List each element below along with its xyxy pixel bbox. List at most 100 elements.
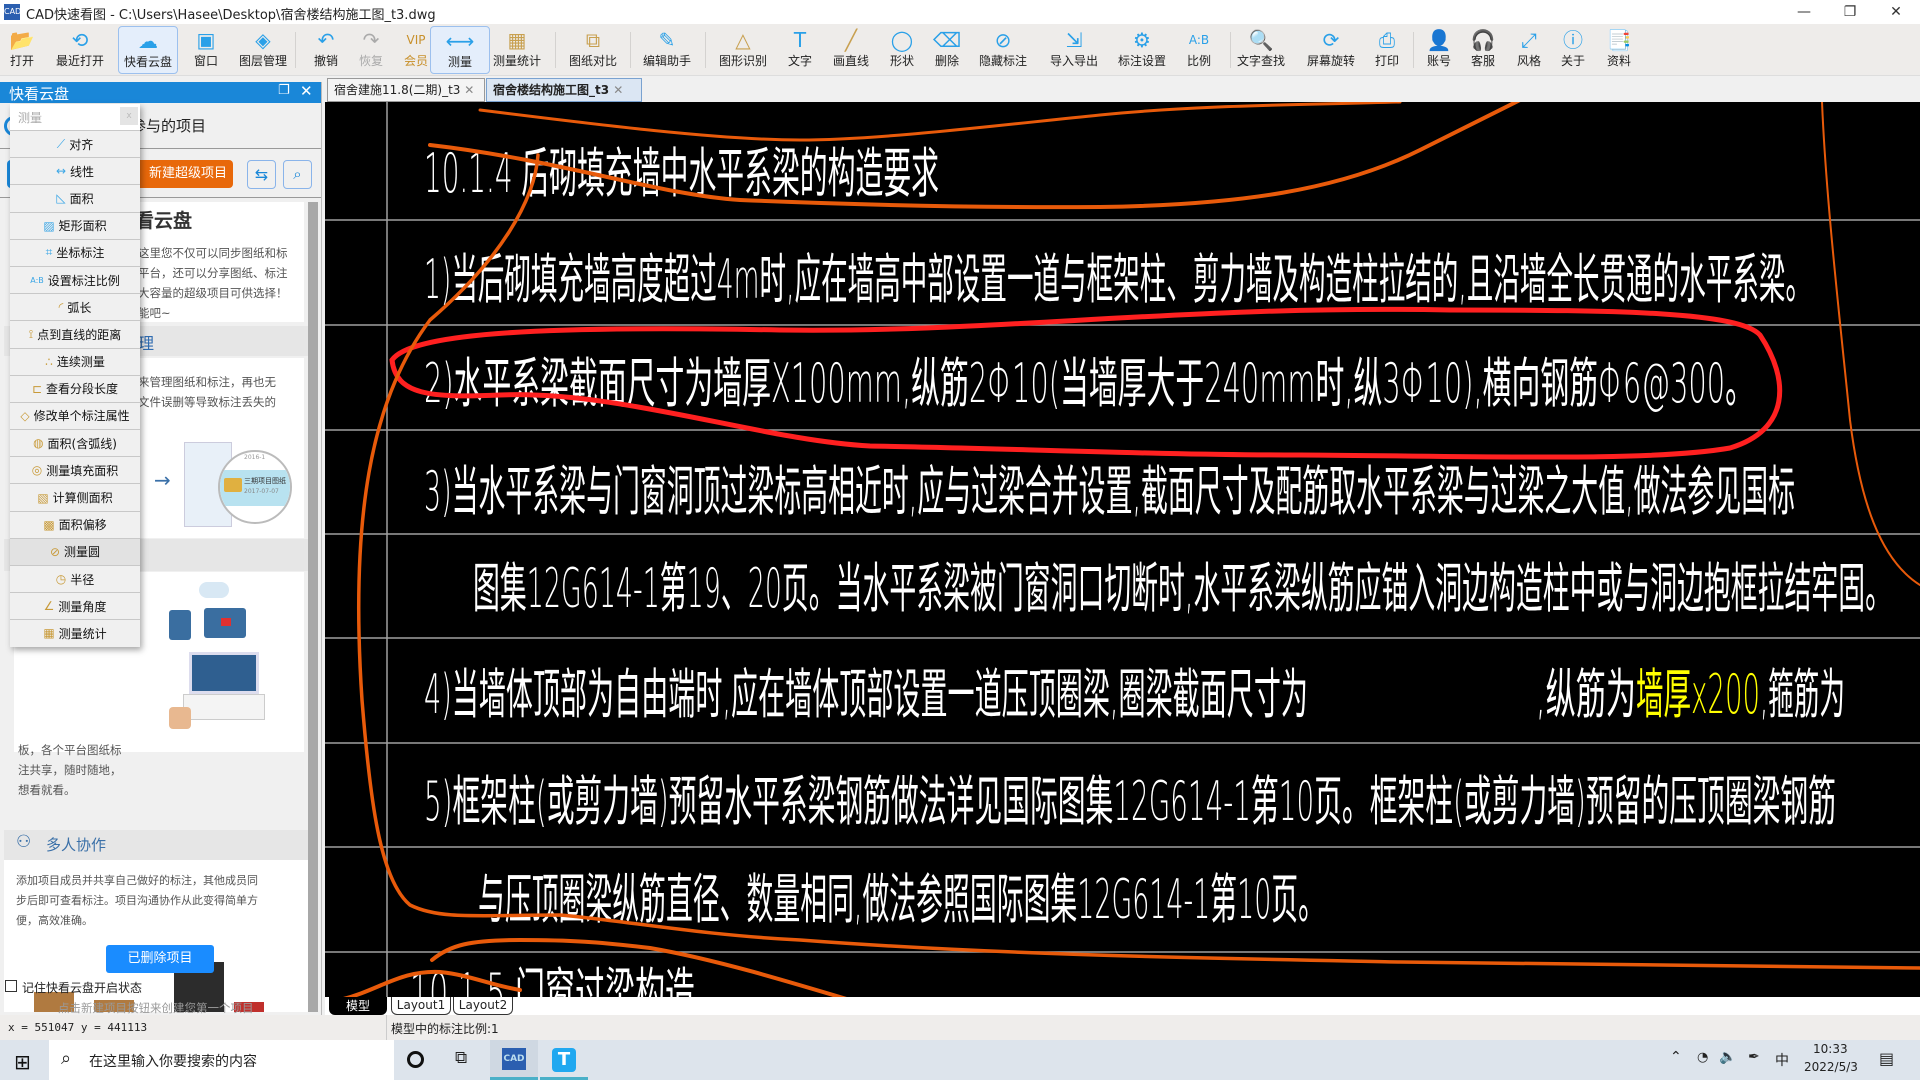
drawing-text-line: 1)当后砌填充墙高度超过4m时,应在墙高中部设置一道与框架柱、剪力墙及构造柱拉结… xyxy=(424,248,1812,311)
measure-menu-item[interactable]: ◜ 弧长 xyxy=(10,293,140,320)
measure-menu-item[interactable]: ◺ 面积 xyxy=(10,184,140,211)
doc-tab-1[interactable]: 宿舍建施11.8(二期)_t3 ✕ xyxy=(327,78,485,102)
sync-button[interactable]: ⇆ xyxy=(247,160,276,189)
show-hidden-icons[interactable]: ⌃ xyxy=(1670,1049,1682,1065)
collab-text-line: 添加项目成员并共享自己做好的标注，其他成员同 xyxy=(16,874,258,887)
measure-menu-item-label: 坐标标注 xyxy=(56,246,105,261)
taskbar-app-t[interactable]: T xyxy=(540,1040,588,1080)
measure-menu-item-label: 半径 xyxy=(70,572,95,587)
drawing-svg[interactable]: 10.1.4 后砌填充墙中水平系梁的构造要求 1)当后砌填充墙高度超过4m时,应… xyxy=(325,102,1920,1015)
panel-scrollbar[interactable] xyxy=(308,202,318,1012)
doc-tab-label: 宿舍楼结构施工图_t3 xyxy=(493,83,610,97)
measure-menu-item[interactable]: ⊘ 测量圆 xyxy=(10,537,140,565)
toolbar-button-cloud[interactable]: ☁ 快看云盘 xyxy=(118,26,178,74)
layout-tab-layout2[interactable]: Layout2 xyxy=(453,997,513,1015)
side-area-icon: ▧ xyxy=(37,490,49,505)
close-tab-icon[interactable]: ✕ xyxy=(464,83,474,97)
empty-hint: 点击新建项目按钮来创建您第一个项目 xyxy=(58,1001,254,1015)
pen-icon[interactable]: ✒ xyxy=(1748,1049,1760,1065)
toolbar-separator xyxy=(630,32,631,68)
measure-menu-item[interactable]: ▦ 测量统计 xyxy=(10,619,140,646)
measure-menu-item[interactable]: ◎ 测量填充面积 xyxy=(10,456,140,483)
toolbar-button-measure-stats[interactable]: ▦ 测量统计 xyxy=(487,26,547,74)
close-tab-icon[interactable]: ✕ xyxy=(613,83,623,97)
measure-menu-item[interactable]: ▨ 矩形面积 xyxy=(10,211,140,239)
measure-menu-item[interactable]: ⟟ 点到直线的距离 xyxy=(10,320,140,347)
intro-text-line: 平台，还可以分享图纸、标注 xyxy=(138,266,288,280)
taskbar-search-box[interactable]: ⌕ 在这里输入你要搜索的内容 xyxy=(49,1040,394,1080)
measure-menu-item[interactable]: ▧ 计算侧面积 xyxy=(10,483,140,510)
close-button[interactable]: ✕ xyxy=(1873,0,1919,24)
drawing-canvas[interactable]: 10.1.4 后砌填充墙中水平系梁的构造要求 1)当后砌填充墙高度超过4m时,应… xyxy=(325,102,1920,1015)
toolbar-button-label: 测量统计 xyxy=(492,54,541,68)
layout-tab-label: 模型 xyxy=(345,999,370,1013)
measure-menu-item[interactable]: ⊏ 查看分段长度 xyxy=(10,374,140,402)
remember-state-checkbox[interactable] xyxy=(5,980,17,992)
measure-menu-item[interactable]: ↔ 线性 xyxy=(10,157,140,184)
toolbar-button-layers[interactable]: ◈ 图层管理 xyxy=(233,26,293,74)
toolbar-button-documents[interactable]: 📑 资料 xyxy=(1589,26,1649,74)
wifi-icon[interactable]: ◔ xyxy=(1697,1050,1708,1065)
toolbar-button-ruler[interactable]: ⟷ 测量 xyxy=(430,26,490,74)
drawing-text-line: 5)框架柱(或剪力墙)预留水平系梁钢筋做法详见国际图集12G614-1第10页。… xyxy=(424,770,1836,833)
intro-text-line: 能吧~ xyxy=(138,306,171,320)
area-icon: ◺ xyxy=(56,191,66,206)
section-text-line: 文件误删等导致标注丢失的 xyxy=(138,395,276,409)
measure-menu-item[interactable]: ◍ 面积(含弧线) xyxy=(10,429,140,456)
toolbar-button-import-export[interactable]: ⇲ 导入导出 xyxy=(1044,26,1104,74)
measure-menu-item[interactable]: A:B 设置标注比例 xyxy=(10,265,140,293)
toolbar-button-annotation-settings[interactable]: ⚙ 标注设置 xyxy=(1112,26,1172,74)
toolbar-button-hide-eye[interactable]: ⊘ 隐藏标注 xyxy=(973,26,1033,74)
toolbar-button-rotate-screen[interactable]: ⟳ 屏幕旋转 xyxy=(1301,26,1361,74)
new-super-project-button[interactable]: 新建超级项目 xyxy=(133,160,233,188)
float-panel-icon[interactable]: ❐ xyxy=(278,83,290,98)
toolbar-button-recent-clock[interactable]: ⟲ 最近打开 xyxy=(50,26,110,74)
task-view-icon[interactable]: ⧉ xyxy=(455,1048,467,1068)
section-text-line: 板，各个平台图纸标 xyxy=(18,743,122,757)
devices-illustration xyxy=(159,582,299,732)
toolbar-button-window[interactable]: ▣ 窗口 xyxy=(176,26,236,74)
close-panel-icon[interactable]: ✕ xyxy=(300,82,313,100)
windows-start-icon[interactable]: ⊞ xyxy=(14,1050,31,1074)
cortana-icon[interactable] xyxy=(407,1051,424,1068)
toolbar-button-compare[interactable]: ⧉ 图纸对比 xyxy=(563,26,623,74)
volume-icon[interactable]: 🔈 xyxy=(1719,1049,1736,1065)
measure-menu-close-button[interactable]: x xyxy=(120,107,138,125)
measure-menu-item[interactable]: ∴ 连续测量 xyxy=(10,347,140,375)
measure-menu-item[interactable]: ∠ 测量角度 xyxy=(10,592,140,619)
measure-menu-item[interactable]: ◷ 半径 xyxy=(10,565,140,592)
measure-menu-item[interactable]: ⌗ 坐标标注 xyxy=(10,238,140,266)
toolbar-button-label: 比例 xyxy=(1186,54,1211,68)
restore-button[interactable]: ❐ xyxy=(1827,0,1873,24)
measure-menu: 测量 x ⟋ 对齐 ↔ 线性 ◺ 面积 ▨ 矩形面积 ⌗ 坐标标注 A:B 设置标注比例 ◜ 弧长 ⟟ 点到直… xyxy=(10,104,140,647)
taskbar-app-cad[interactable]: CAD xyxy=(490,1040,538,1080)
toolbar-button-shape-recognition[interactable]: △ 图形识别 xyxy=(713,26,773,74)
toolbar-button-scale[interactable]: A:B 比例 xyxy=(1169,26,1229,74)
measure-menu-item-label: 线性 xyxy=(70,164,95,179)
toolbar-button-edit-assistant[interactable]: ✎ 编辑助手 xyxy=(637,26,697,74)
measure-menu-item[interactable]: ⟋ 对齐 xyxy=(10,130,140,157)
search-projects-button[interactable]: ⌕ xyxy=(283,160,312,189)
toolbar-button-text-search[interactable]: 🔍 文字查找 xyxy=(1231,26,1291,74)
measure-menu-item[interactable]: ▩ 面积偏移 xyxy=(10,510,140,538)
deleted-projects-button[interactable]: 已删除项目 xyxy=(106,945,214,973)
layout-tab-model[interactable]: 模型 xyxy=(329,997,387,1015)
clock-date[interactable]: 2022/5/3 xyxy=(1804,1060,1858,1074)
layout-tab-layout1[interactable]: Layout1 xyxy=(391,997,451,1015)
title-bar: CAD CAD快速看图 - C:\Users\Hasee\Desktop\宿舍楼… xyxy=(0,0,1920,24)
fill-area-icon: ◎ xyxy=(31,463,43,478)
intro-text-line: 大容量的超级项目可供选择！ xyxy=(138,286,288,300)
toolbar-button-folder[interactable]: 📂 打开 xyxy=(0,26,52,74)
toolbar-button-printer[interactable]: ⎙ 打印 xyxy=(1357,26,1417,74)
measure-menu-item[interactable]: ◇ 修改单个标注属性 xyxy=(10,401,140,429)
toolbar-button-label: 图层管理 xyxy=(238,54,287,68)
doc-tab-2[interactable]: 宿舍楼结构施工图_t3 ✕ xyxy=(486,78,642,102)
clock-time[interactable]: 10:33 xyxy=(1813,1042,1848,1056)
notification-icon[interactable]: ▤ xyxy=(1879,1049,1894,1068)
cad-app-icon: CAD xyxy=(502,1048,526,1070)
point-line-distance-icon: ⟟ xyxy=(28,326,34,341)
ime-indicator[interactable]: 中 xyxy=(1775,1050,1789,1070)
minimize-button[interactable]: — xyxy=(1781,0,1827,24)
toolbar-button-eraser[interactable]: ⌫ 删除 xyxy=(917,26,977,74)
toolbar-separator xyxy=(705,32,706,68)
